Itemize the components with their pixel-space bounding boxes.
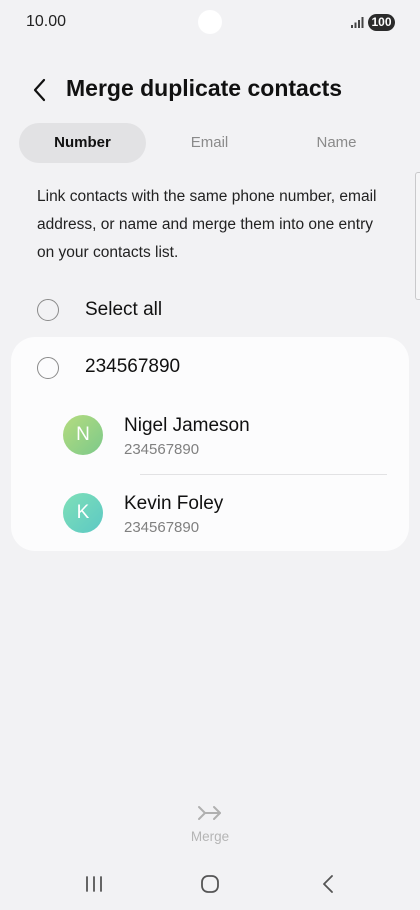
avatar: N xyxy=(63,415,103,455)
merge-arrow-icon xyxy=(198,806,221,820)
duplicate-group-card: 234567890 N Nigel Jameson 234567890 K Ke… xyxy=(11,337,409,551)
description-text: Link contacts with the same phone number… xyxy=(37,188,377,261)
contact-item: N Nigel Jameson 234567890 xyxy=(63,415,393,465)
tab-number[interactable]: Number xyxy=(19,123,146,163)
scroll-indicator[interactable] xyxy=(415,172,420,300)
system-nav-bar xyxy=(0,862,420,908)
select-all-label: Select all xyxy=(85,299,163,320)
tab-email[interactable]: Email xyxy=(146,123,273,163)
page-title: Merge duplicate contacts xyxy=(66,75,343,101)
avatar: K xyxy=(63,493,103,533)
nav-back-button[interactable] xyxy=(298,868,358,900)
select-all-radio[interactable] xyxy=(37,299,59,321)
contact-name: Kevin Foley xyxy=(124,493,224,514)
battery-indicator: 100 xyxy=(368,14,395,31)
divider xyxy=(140,474,387,475)
app-header: Merge duplicate contacts xyxy=(0,68,420,112)
group-header[interactable]: 234567890 xyxy=(37,353,387,383)
chevron-left-icon xyxy=(33,78,46,102)
contact-phone: 234567890 xyxy=(124,519,200,536)
merge-button[interactable]: Merge xyxy=(170,800,250,852)
back-icon xyxy=(323,875,333,893)
group-phone-number: 234567890 xyxy=(85,356,181,377)
back-button[interactable] xyxy=(22,70,58,110)
group-select-radio[interactable] xyxy=(37,357,59,379)
recents-icon xyxy=(86,876,102,892)
home-button[interactable] xyxy=(180,868,240,900)
camera-cutout xyxy=(198,10,222,34)
home-icon xyxy=(201,875,219,893)
contact-phone: 234567890 xyxy=(124,441,200,458)
signal-bars-icon xyxy=(351,17,364,28)
tab-bar: Number Email Name xyxy=(19,123,401,163)
recents-button[interactable] xyxy=(64,868,124,900)
tab-name[interactable]: Name xyxy=(273,123,400,163)
merge-label: Merge xyxy=(190,829,230,844)
contact-name: Nigel Jameson xyxy=(124,415,250,436)
select-all-row[interactable]: Select all xyxy=(26,295,396,325)
contact-item: K Kevin Foley 234567890 xyxy=(63,493,393,543)
status-time: 10.00 xyxy=(26,13,67,30)
status-bar: 10.00 100 xyxy=(0,0,420,46)
